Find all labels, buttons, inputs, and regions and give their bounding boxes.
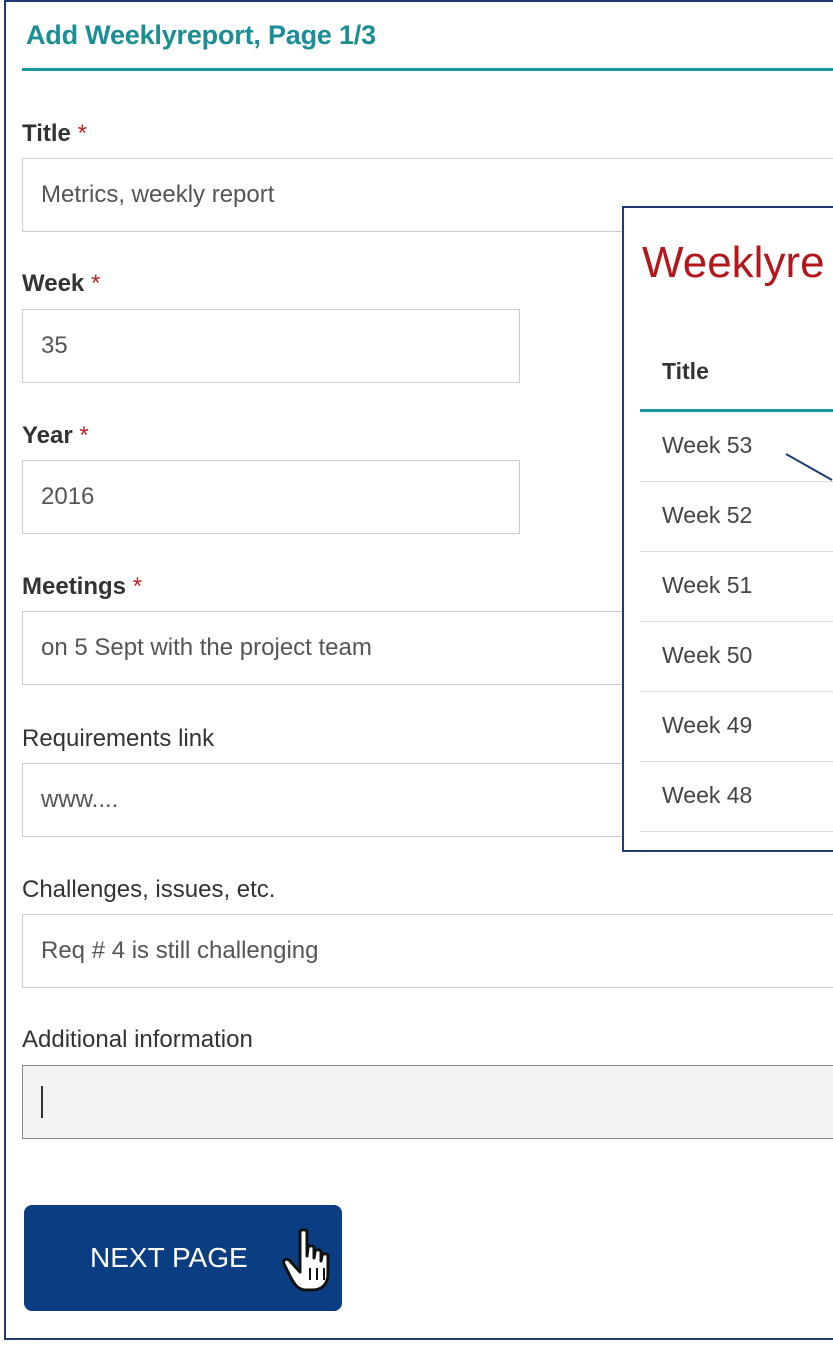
list-row[interactable]: Week 49 [640,692,833,762]
list-panel-title: Weeklyre [642,238,825,287]
weeklyreport-list-panel: Weeklyre Title Week 53 Week 52 Week 51 W… [622,206,833,852]
requirements-link-label: Requirements link [22,725,215,752]
week-input[interactable]: 35 [22,309,520,383]
week-label: Week * [22,270,100,298]
required-marker: * [77,120,87,147]
hand-pointer-icon [282,1228,330,1292]
callout-line [785,453,833,481]
title-label: Title * [22,120,87,148]
challenges-input[interactable]: Req # 4 is still challenging [22,914,833,988]
meetings-label: Meetings * [22,573,142,601]
list-row-label: Week 52 [662,502,753,528]
list-row[interactable]: Week 48 [640,762,833,832]
title-divider [22,68,833,71]
meetings-input-value: on 5 Sept with the project team [41,634,372,661]
challenges-input-value: Req # 4 is still challenging [41,937,319,964]
meetings-label-text: Meetings [22,573,127,600]
column-header-title[interactable]: Title [662,358,709,385]
required-marker: * [132,573,143,600]
year-input[interactable]: 2016 [22,460,520,534]
list-row-label: Week 48 [662,782,753,808]
year-input-value: 2016 [41,483,95,510]
list-row[interactable]: Week 51 [640,552,833,622]
text-caret [41,1086,43,1118]
list-row-label: Week 49 [662,712,753,738]
week-label-text: Week [22,270,85,297]
list-row[interactable]: Week 50 [640,622,833,692]
required-marker: * [90,270,101,297]
week-input-value: 35 [41,332,68,359]
list-row-label: Week 51 [662,572,753,598]
challenges-label: Challenges, issues, etc. [22,876,276,903]
requirements-link-value: www.... [41,786,119,813]
form-title: Add Weeklyreport, Page 1/3 [26,20,376,50]
additional-info-label: Additional information [22,1026,253,1053]
list-row-label: Week 53 [662,432,753,458]
list-row-label: Week 50 [662,642,753,668]
year-label: Year * [22,422,89,450]
required-marker: * [79,422,89,449]
year-label-text: Year [22,422,73,449]
title-label-text: Title [22,120,71,147]
additional-info-input[interactable] [22,1065,833,1139]
list-row[interactable]: Week 52 [640,482,833,552]
title-input-value: Metrics, weekly report [41,181,275,208]
